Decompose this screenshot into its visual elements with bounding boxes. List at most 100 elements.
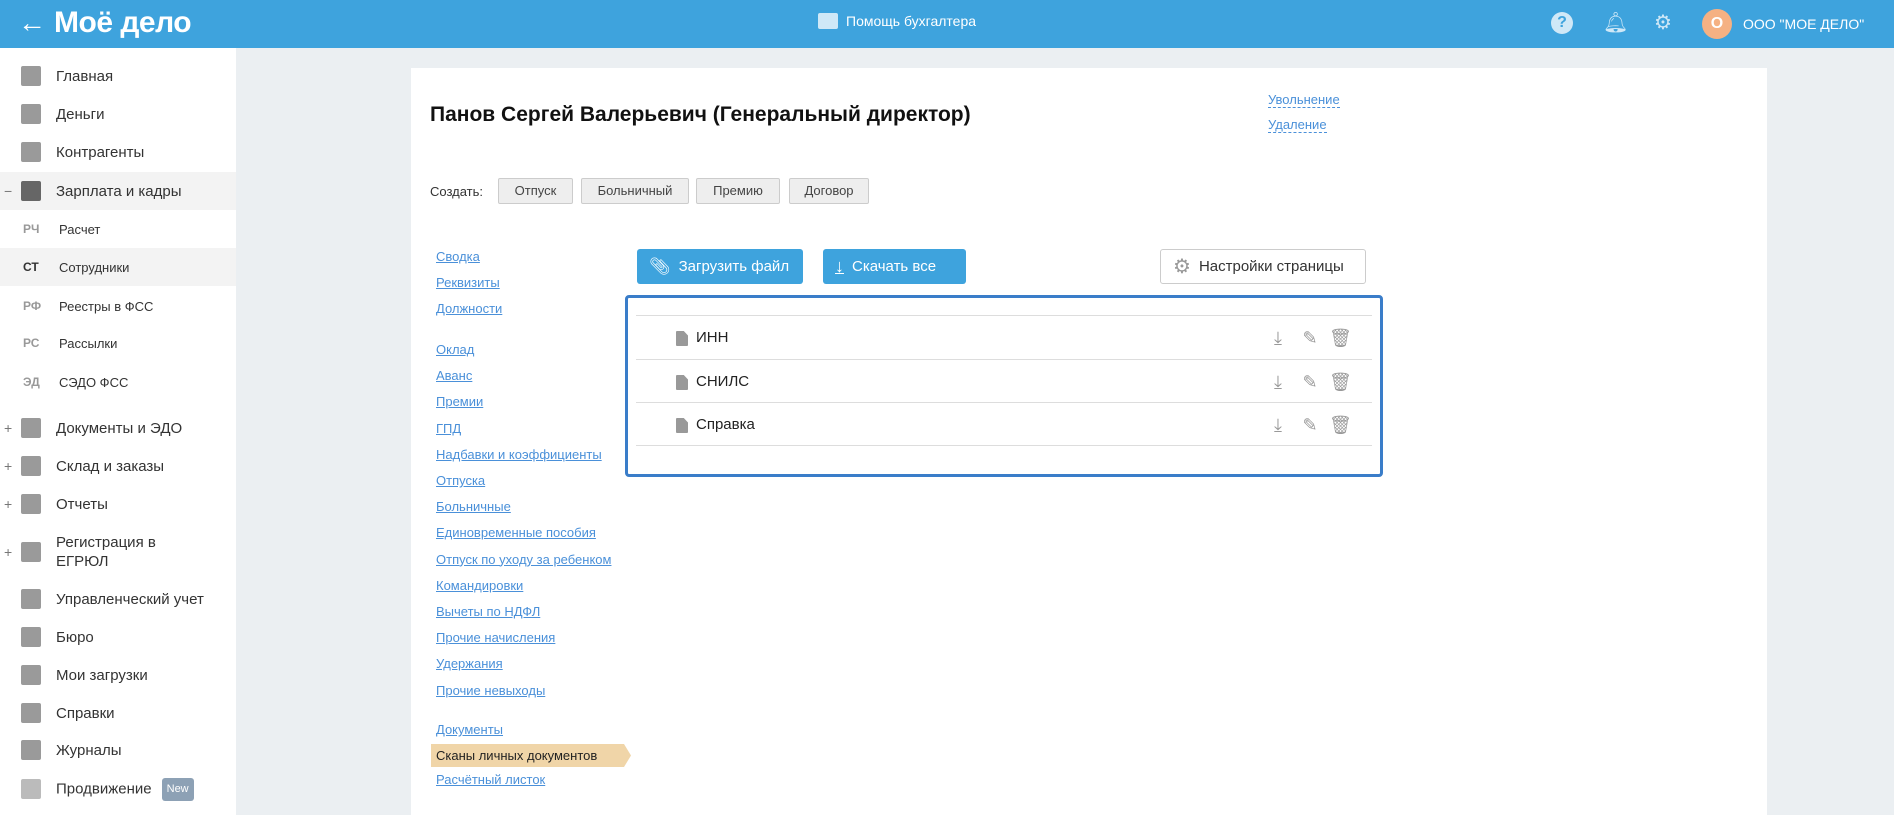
avatar[interactable]: О xyxy=(1702,9,1732,39)
sidebar-sub-employees[interactable]: СТ Сотрудники xyxy=(0,248,236,286)
sidebar-item-registration[interactable]: + Регистрация в ЕГРЮЛ xyxy=(0,530,236,574)
sub-label: Рассылки xyxy=(59,335,118,351)
report-icon xyxy=(21,494,41,514)
nav-link-payslip[interactable]: Расчётный листок xyxy=(436,772,545,787)
gear-icon[interactable]: ⚙ xyxy=(1652,12,1674,34)
sidebar-sub-fss-registries[interactable]: РФ Реестры в ФСС xyxy=(0,287,236,325)
sidebar-item-home[interactable]: Главная xyxy=(0,57,236,95)
sidebar-item-salary[interactable]: − Зарплата и кадры xyxy=(0,172,236,210)
nav-link[interactable]: Отпуска xyxy=(436,473,485,488)
sidebar-sub-calc[interactable]: РЧ Расчет xyxy=(0,210,236,248)
trash-icon[interactable]: 🗑︎ xyxy=(1329,371,1352,393)
create-bonus-button[interactable]: Премию xyxy=(696,178,780,204)
nav-link[interactable]: Должности xyxy=(436,301,502,316)
help-center-label: Помощь бухгалтера xyxy=(846,13,977,29)
nav-link[interactable]: Командировки xyxy=(436,578,523,593)
nav-link[interactable]: Отпуск по уходу за ребенком xyxy=(436,552,611,567)
collapse-icon[interactable]: − xyxy=(4,183,12,199)
file-row[interactable]: СНИЛС ⤓ ✎ 🗑︎ xyxy=(636,359,1372,403)
help-center-link[interactable]: Помощь бухгалтера xyxy=(818,13,976,29)
pencil-icon[interactable]: ✎ xyxy=(1299,371,1321,393)
sidebar-item-bureau[interactable]: Бюро xyxy=(0,618,236,656)
nav-link[interactable]: Премии xyxy=(436,394,483,409)
page-settings-button[interactable]: ⚙ Настройки страницы xyxy=(1160,249,1366,284)
sidebar-item-management[interactable]: Управленческий учет xyxy=(0,580,236,618)
folder-icon xyxy=(21,418,41,438)
sidebar-item-warehouse[interactable]: + Склад и заказы xyxy=(0,447,236,485)
sidebar-item-reports[interactable]: + Отчеты xyxy=(0,485,236,523)
cash-register-icon xyxy=(818,13,838,29)
expand-icon[interactable]: + xyxy=(4,420,12,436)
nav-link[interactable]: Надбавки и коэффициенты xyxy=(436,447,602,462)
delete-link[interactable]: Удаление xyxy=(1268,117,1327,133)
expand-icon[interactable]: + xyxy=(4,458,12,474)
nav-link-scans-active[interactable]: Сканы личных документов xyxy=(431,744,631,767)
paperclip-icon: 📎︎ xyxy=(649,256,671,276)
sidebar-sub-mailings[interactable]: РС Рассылки xyxy=(0,324,236,362)
sidebar-item-label: Отчеты xyxy=(56,495,108,513)
sidebar-item-journals[interactable]: Журналы xyxy=(0,731,236,769)
sidebar-sub-sedo[interactable]: ЭД СЭДО ФСС xyxy=(0,363,236,401)
sidebar: Главная Деньги Контрагенты − Зарплата и к… xyxy=(0,48,236,815)
chart-icon xyxy=(21,779,41,799)
home-icon xyxy=(21,66,41,86)
bell-icon[interactable]: 🔔︎ xyxy=(1603,12,1628,34)
file-row[interactable]: ИНН ⤓ ✎ 🗑︎ xyxy=(636,315,1372,359)
nav-link[interactable]: Аванс xyxy=(436,368,472,383)
org-name[interactable]: ООО "МОЕ ДЕЛО" xyxy=(1743,16,1864,32)
expand-icon[interactable]: + xyxy=(4,544,12,560)
nav-link[interactable]: Прочие начисления xyxy=(436,630,555,645)
table-icon xyxy=(21,703,41,723)
sub-label: Реестры в ФСС xyxy=(59,298,154,314)
sidebar-item-contractors[interactable]: Контрагенты xyxy=(0,133,236,171)
back-arrow-icon[interactable]: ← xyxy=(18,8,46,38)
expand-icon[interactable]: + xyxy=(4,496,12,512)
gear-icon: ⚙ xyxy=(1173,256,1191,278)
person-icon xyxy=(21,142,41,162)
download-icon[interactable]: ⤓ xyxy=(1267,371,1289,393)
dismiss-link[interactable]: Увольнение xyxy=(1268,92,1340,108)
nav-link[interactable]: Больничные xyxy=(436,499,511,514)
pencil-icon[interactable]: ✎ xyxy=(1299,327,1321,349)
trash-icon[interactable]: 🗑︎ xyxy=(1329,327,1352,349)
sidebar-item-money[interactable]: Деньги xyxy=(0,95,236,133)
money-icon xyxy=(21,104,41,124)
download-icon[interactable]: ⤓ xyxy=(1267,414,1289,436)
sub-label: СЭДО ФСС xyxy=(59,374,129,390)
create-contract-button[interactable]: Договор xyxy=(789,178,869,204)
sidebar-item-label: Главная xyxy=(56,67,114,85)
sidebar-item-label: Контрагенты xyxy=(56,143,145,161)
create-vacation-button[interactable]: Отпуск xyxy=(498,178,573,204)
help-icon[interactable]: ? xyxy=(1551,12,1573,34)
nav-link[interactable]: Сводка xyxy=(436,249,480,264)
create-label: Создать: xyxy=(430,184,484,199)
nav-link[interactable]: ГПД xyxy=(436,421,461,436)
nav-link[interactable]: Реквизиты xyxy=(436,275,500,290)
logo[interactable]: Моё дело xyxy=(54,6,192,40)
pencil-icon[interactable]: ✎ xyxy=(1299,414,1321,436)
nav-link[interactable]: Единовременные пособия xyxy=(436,525,596,540)
sidebar-item-certificates[interactable]: Справки xyxy=(0,694,236,732)
file-row[interactable]: Справка ⤓ ✎ 🗑︎ xyxy=(636,402,1372,446)
nav-link[interactable]: Оклад xyxy=(436,342,474,357)
file-icon xyxy=(676,375,688,390)
download-icon[interactable]: ⤓ xyxy=(1267,327,1289,349)
sidebar-item-my-uploads[interactable]: Мои загрузки xyxy=(0,656,236,694)
nav-link[interactable]: Вычеты по НДФЛ xyxy=(436,604,540,619)
sidebar-item-label: Мои загрузки xyxy=(56,666,148,684)
file-icon xyxy=(676,331,688,346)
create-sick-leave-button[interactable]: Больничный xyxy=(581,178,689,204)
upload-file-button[interactable]: 📎︎ Загрузить файл xyxy=(637,249,803,284)
book-icon xyxy=(21,740,41,760)
nav-link-documents[interactable]: Документы xyxy=(436,722,503,737)
sidebar-item-label: Управленческий учет xyxy=(56,590,204,608)
download-all-button[interactable]: ↓ Скачать все xyxy=(823,249,966,284)
trash-icon[interactable]: 🗑︎ xyxy=(1329,414,1352,436)
sub-label: Расчет xyxy=(59,221,101,237)
sidebar-item-promotion[interactable]: Продвижение New xyxy=(0,770,236,808)
nav-link[interactable]: Прочие невыходы xyxy=(436,683,545,698)
nav-link[interactable]: Удержания xyxy=(436,656,503,671)
sidebar-item-documents[interactable]: + Документы и ЭДО xyxy=(0,409,236,447)
page-settings-label: Настройки страницы xyxy=(1198,258,1344,275)
upload-label: Загрузить файл xyxy=(678,258,790,275)
